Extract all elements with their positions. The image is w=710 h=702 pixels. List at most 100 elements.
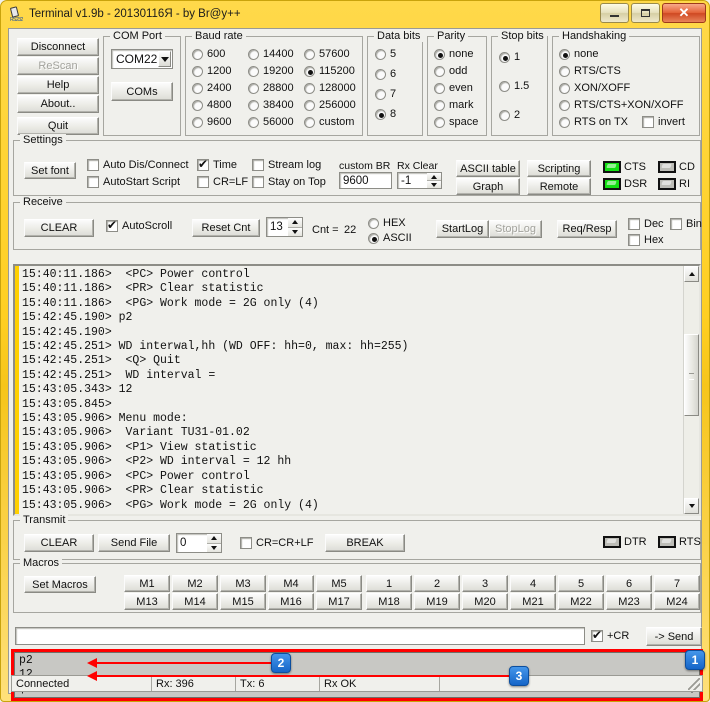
- macro-button-m20[interactable]: M20: [462, 593, 508, 610]
- macro-button-8[interactable]: 3: [462, 575, 508, 592]
- scroll-up-icon[interactable]: [684, 266, 699, 282]
- baud-2400[interactable]: 2400: [192, 82, 231, 94]
- receive-clear-button[interactable]: CLEAR: [24, 219, 94, 237]
- baud-14400[interactable]: 14400: [248, 48, 294, 60]
- dec-checkbox[interactable]: Dec: [628, 218, 664, 230]
- chevron-down-icon[interactable]: [158, 51, 171, 67]
- remote-button[interactable]: Remote: [527, 178, 591, 195]
- quit-button[interactable]: Quit: [17, 117, 99, 135]
- scroll-thumb[interactable]: [684, 334, 699, 416]
- baud-56000[interactable]: 56000: [248, 116, 294, 128]
- macro-button-m21[interactable]: M21: [510, 593, 556, 610]
- stepper-down-icon[interactable]: [288, 228, 302, 237]
- plus-cr-checkbox[interactable]: +CR: [591, 630, 629, 642]
- send-file-button[interactable]: Send File: [98, 534, 170, 552]
- hex-checkbox[interactable]: Hex: [628, 234, 664, 246]
- baud-115200[interactable]: 115200: [304, 65, 355, 77]
- data-bits-6[interactable]: 6: [375, 68, 396, 80]
- data-bits-7[interactable]: 7: [375, 88, 396, 100]
- rx-clear-arrows[interactable]: [427, 172, 442, 189]
- baud-1200[interactable]: 1200: [192, 65, 231, 77]
- macro-button-m22[interactable]: M22: [558, 593, 604, 610]
- coms-button[interactable]: COMs: [111, 82, 173, 101]
- cnt-stepper-value[interactable]: 13: [266, 217, 288, 237]
- handshake-both[interactable]: RTS/CTS+XON/XOFF: [559, 99, 684, 111]
- stop-bits-1[interactable]: 1: [499, 51, 520, 63]
- macro-button-m3[interactable]: M3: [220, 575, 266, 592]
- cnt-stepper[interactable]: 13: [266, 217, 303, 237]
- baud-38400[interactable]: 38400: [248, 99, 294, 111]
- macro-button-10[interactable]: 5: [558, 575, 604, 592]
- maximize-button[interactable]: [631, 3, 660, 23]
- macro-button-m15[interactable]: M15: [220, 593, 266, 610]
- parity-space[interactable]: space: [434, 116, 478, 128]
- scripting-button[interactable]: Scripting: [527, 160, 591, 177]
- macro-button-m4[interactable]: M4: [268, 575, 314, 592]
- scroll-track[interactable]: [684, 282, 699, 498]
- send-input[interactable]: [15, 627, 585, 645]
- stay-on-top-checkbox[interactable]: Stay on Top: [252, 176, 326, 188]
- macro-button-m1[interactable]: M1: [124, 575, 170, 592]
- rx-clear-stepper[interactable]: -1: [397, 172, 442, 189]
- scroll-down-icon[interactable]: [684, 498, 699, 514]
- macro-button-m17[interactable]: M17: [316, 593, 362, 610]
- macro-button-m18[interactable]: M18: [366, 593, 412, 610]
- transmit-clear-button[interactable]: CLEAR: [24, 534, 94, 552]
- macro-button-m19[interactable]: M19: [414, 593, 460, 610]
- receive-mode-ascii[interactable]: ASCII: [368, 232, 412, 244]
- ascii-table-button[interactable]: ASCII table: [456, 160, 520, 177]
- transmit-delay-arrows[interactable]: [207, 533, 222, 553]
- rescan-button[interactable]: ReScan: [17, 57, 99, 75]
- baud-4800[interactable]: 4800: [192, 99, 231, 111]
- macro-button-m24[interactable]: M24: [654, 593, 700, 610]
- baud-9600[interactable]: 9600: [192, 116, 231, 128]
- auto-dis-connect-checkbox[interactable]: Auto Dis/Connect: [87, 159, 189, 171]
- handshake-invert-checkbox[interactable]: invert: [642, 116, 685, 128]
- rx-clear-value[interactable]: -1: [397, 172, 427, 189]
- baud-600[interactable]: 600: [192, 48, 225, 60]
- send-button[interactable]: -> Send: [646, 627, 702, 646]
- handshake-rts-on-tx[interactable]: RTS on TX: [559, 116, 628, 128]
- cr-cr-lf-checkbox[interactable]: CR=CR+LF: [240, 537, 313, 549]
- stop-bits-1-5[interactable]: 1.5: [499, 80, 529, 92]
- baud-57600[interactable]: 57600: [304, 48, 350, 60]
- macro-button-7[interactable]: 2: [414, 575, 460, 592]
- cnt-stepper-arrows[interactable]: [288, 217, 303, 237]
- time-checkbox[interactable]: Time: [197, 159, 237, 171]
- graph-button[interactable]: Graph: [456, 178, 520, 195]
- startlog-button[interactable]: StartLog: [436, 220, 489, 238]
- set-font-button[interactable]: Set font: [24, 162, 76, 179]
- stepper-up-icon[interactable]: [207, 534, 221, 544]
- transmit-delay-stepper[interactable]: 0: [176, 533, 222, 553]
- receive-mode-hex[interactable]: HEX: [368, 217, 406, 229]
- macro-button-m5[interactable]: M5: [316, 575, 362, 592]
- about-button[interactable]: About..: [17, 95, 99, 113]
- close-button[interactable]: ✕: [662, 3, 706, 23]
- handshake-rts-cts[interactable]: RTS/CTS: [559, 65, 621, 77]
- minimize-button[interactable]: [600, 3, 629, 23]
- break-button[interactable]: BREAK: [325, 534, 405, 552]
- receive-log-text[interactable]: 15:40:11.186> <PC> Power control 15:40:1…: [19, 266, 683, 514]
- stream-log-checkbox[interactable]: Stream log: [252, 159, 321, 171]
- handshake-xon-xoff[interactable]: XON/XOFF: [559, 82, 630, 94]
- macro-button-6[interactable]: 1: [366, 575, 412, 592]
- stepper-up-icon[interactable]: [288, 218, 302, 228]
- macro-button-12[interactable]: 7: [654, 575, 700, 592]
- transmit-delay-value[interactable]: 0: [176, 533, 207, 553]
- macro-button-m13[interactable]: M13: [124, 593, 170, 610]
- req-resp-button[interactable]: Req/Resp: [557, 220, 617, 238]
- autostart-script-checkbox[interactable]: AutoStart Script: [87, 176, 180, 188]
- cr-eq-lf-checkbox[interactable]: CR=LF: [197, 176, 248, 188]
- set-macros-button[interactable]: Set Macros: [24, 576, 96, 593]
- parity-mark[interactable]: mark: [434, 99, 473, 111]
- parity-none[interactable]: none: [434, 48, 473, 60]
- stepper-down-icon[interactable]: [207, 544, 221, 553]
- macro-button-m23[interactable]: M23: [606, 593, 652, 610]
- macro-button-m2[interactable]: M2: [172, 575, 218, 592]
- resize-grip-icon[interactable]: [688, 678, 700, 690]
- bin-checkbox[interactable]: Bin: [670, 218, 702, 230]
- stepper-down-icon[interactable]: [427, 181, 441, 188]
- com-port-select[interactable]: COM22: [111, 49, 173, 69]
- macro-button-11[interactable]: 6: [606, 575, 652, 592]
- autoscroll-checkbox[interactable]: AutoScroll: [106, 220, 172, 232]
